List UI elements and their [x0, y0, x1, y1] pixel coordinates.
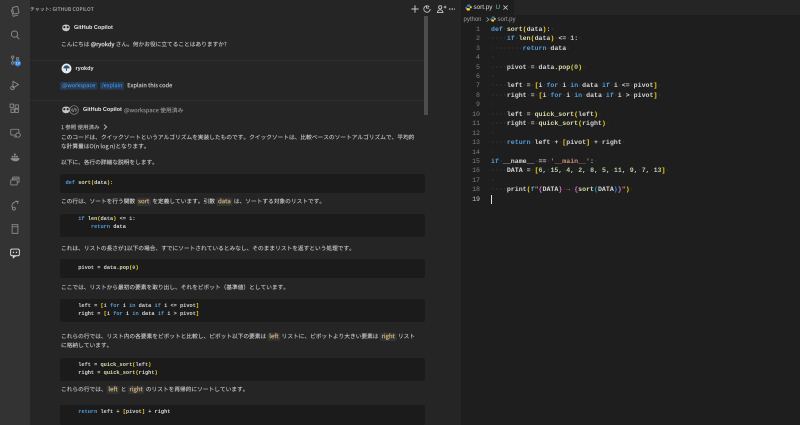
svg-text:10: 10	[16, 62, 20, 66]
